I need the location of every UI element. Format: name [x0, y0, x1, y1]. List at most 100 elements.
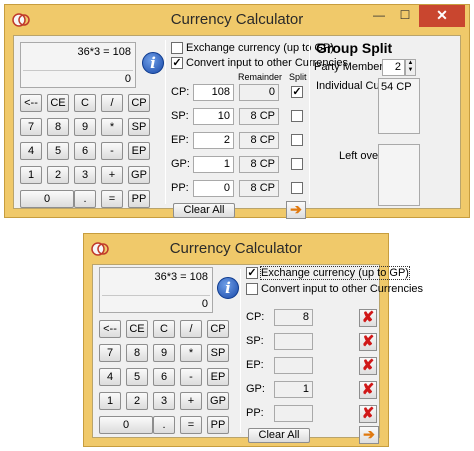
- cp-input[interactable]: 108: [193, 84, 234, 101]
- key-4-button[interactable]: 4: [99, 368, 121, 386]
- clear-sp-x-icon[interactable]: ✘: [359, 333, 377, 351]
- key-minus-button[interactable]: -: [101, 142, 123, 160]
- key-decimal-button[interactable]: .: [153, 416, 175, 434]
- key-2-button[interactable]: 2: [47, 166, 69, 184]
- individual-cut-box: 54 CP: [378, 78, 420, 134]
- window-client-area: 36*3 = 108 0 i <-- CE C / CP 7 8 9 * SP 4 5 6- EP 1 2 3 +…: [92, 264, 423, 444]
- ep-value: [274, 357, 313, 374]
- exchange-currency-checkbox[interactable]: [171, 42, 183, 54]
- calculator-window-split: Currency Calculator — ☐ ✕ 36*3 = 108 0 i…: [4, 4, 470, 219]
- key-0-button[interactable]: 0: [99, 416, 153, 434]
- clear-all-button[interactable]: Clear All: [248, 428, 310, 443]
- cp-value: 8: [274, 309, 313, 326]
- calculator-window-exchange: Currency Calculator 36*3 = 108 0 i <-- CE…: [83, 233, 423, 447]
- ep-split-checkbox[interactable]: [291, 134, 303, 146]
- key-2-button[interactable]: 2: [126, 392, 148, 410]
- cp-label: CP:: [171, 86, 190, 98]
- group-split-title: Group Split: [316, 40, 393, 56]
- sp-input[interactable]: 10: [193, 108, 234, 125]
- sp-label: SP:: [171, 110, 189, 122]
- key-9-button[interactable]: 9: [153, 344, 175, 362]
- key-0-button[interactable]: 0: [20, 190, 74, 208]
- key-5-button[interactable]: 5: [47, 142, 69, 160]
- key-8-button[interactable]: 8: [47, 118, 69, 136]
- key-ep-button[interactable]: EP: [207, 368, 229, 386]
- key-c-button[interactable]: C: [153, 320, 175, 338]
- key-ce-button[interactable]: CE: [47, 94, 69, 112]
- gp-value: 1: [274, 381, 313, 398]
- clear-pp-x-icon[interactable]: ✘: [359, 405, 377, 423]
- maximize-button[interactable]: ☐: [393, 6, 417, 26]
- title-bar[interactable]: Currency Calculator — ☐ ✕: [5, 5, 469, 35]
- key-7-button[interactable]: 7: [99, 344, 121, 362]
- key-multiply-button[interactable]: *: [101, 118, 123, 136]
- key-ep-button[interactable]: EP: [128, 142, 150, 160]
- party-members-input[interactable]: 2: [382, 59, 405, 76]
- key-gp-button[interactable]: GP: [128, 166, 150, 184]
- key-sp-button[interactable]: SP: [128, 118, 150, 136]
- minimize-button[interactable]: —: [367, 6, 391, 26]
- apply-arrow-icon[interactable]: ➔: [359, 426, 379, 444]
- key-8-button[interactable]: 8: [126, 344, 148, 362]
- separator: [309, 40, 310, 204]
- key-gp-button[interactable]: GP: [207, 392, 229, 410]
- pp-input[interactable]: 0: [193, 180, 234, 197]
- clear-all-button[interactable]: Clear All: [173, 203, 235, 218]
- key-cp-button[interactable]: CP: [128, 94, 150, 112]
- exchange-currency-label: Exchange currency (up to GP): [186, 42, 334, 54]
- key-multiply-button[interactable]: *: [180, 344, 202, 362]
- clear-gp-x-icon[interactable]: ✘: [359, 381, 377, 399]
- cp-split-checkbox[interactable]: ✓: [291, 86, 303, 98]
- gp-split-checkbox[interactable]: [291, 158, 303, 170]
- info-icon[interactable]: i: [217, 277, 239, 299]
- key-cp-button[interactable]: CP: [207, 320, 229, 338]
- key-1-button[interactable]: 1: [20, 166, 42, 184]
- display-result: 0: [201, 298, 208, 310]
- key-equals-button[interactable]: =: [180, 416, 202, 434]
- key-5-button[interactable]: 5: [126, 368, 148, 386]
- key-divide-button[interactable]: /: [180, 320, 202, 338]
- key-equals-button[interactable]: =: [101, 190, 123, 208]
- key-1-button[interactable]: 1: [99, 392, 121, 410]
- key-backspace-button[interactable]: <--: [99, 320, 121, 338]
- gp-label: GP:: [246, 383, 265, 395]
- gp-remainder: 8 CP: [239, 156, 279, 173]
- display-result: 0: [124, 73, 131, 85]
- exchange-currency-label: Exchange currency (up to GP): [260, 266, 410, 280]
- convert-input-checkbox[interactable]: ✓: [171, 57, 183, 69]
- key-7-button[interactable]: 7: [20, 118, 42, 136]
- clear-ep-x-icon[interactable]: ✘: [359, 357, 377, 375]
- calculator-display: 36*3 = 108 0: [20, 42, 136, 88]
- key-3-button[interactable]: 3: [153, 392, 175, 410]
- title-bar[interactable]: Currency Calculator: [84, 234, 388, 264]
- close-button[interactable]: ✕: [419, 5, 465, 27]
- pp-split-checkbox[interactable]: [291, 182, 303, 194]
- ep-input[interactable]: 2: [193, 132, 234, 149]
- key-divide-button[interactable]: /: [101, 94, 123, 112]
- key-decimal-button[interactable]: .: [74, 190, 96, 208]
- sp-label: SP:: [246, 335, 264, 347]
- key-3-button[interactable]: 3: [74, 166, 96, 184]
- gp-input[interactable]: 1: [193, 156, 234, 173]
- key-ce-button[interactable]: CE: [126, 320, 148, 338]
- apply-arrow-icon[interactable]: ➔: [286, 201, 306, 219]
- key-c-button[interactable]: C: [74, 94, 96, 112]
- key-plus-button[interactable]: +: [101, 166, 123, 184]
- key-6-button[interactable]: 6: [153, 368, 175, 386]
- key-sp-button[interactable]: SP: [207, 344, 229, 362]
- convert-input-checkbox[interactable]: [246, 283, 258, 295]
- key-minus-button[interactable]: -: [180, 368, 202, 386]
- key-plus-button[interactable]: +: [180, 392, 202, 410]
- key-9-button[interactable]: 9: [74, 118, 96, 136]
- key-pp-button[interactable]: PP: [128, 190, 150, 208]
- pp-label: PP:: [246, 407, 264, 419]
- clear-cp-x-icon[interactable]: ✘: [359, 309, 377, 327]
- key-backspace-button[interactable]: <--: [20, 94, 42, 112]
- exchange-currency-checkbox[interactable]: ✓: [246, 267, 258, 279]
- info-icon[interactable]: i: [142, 52, 164, 74]
- sp-split-checkbox[interactable]: [291, 110, 303, 122]
- party-members-spinner[interactable]: ▲ ▼: [405, 59, 416, 76]
- key-pp-button[interactable]: PP: [207, 416, 229, 434]
- key-4-button[interactable]: 4: [20, 142, 42, 160]
- key-6-button[interactable]: 6: [74, 142, 96, 160]
